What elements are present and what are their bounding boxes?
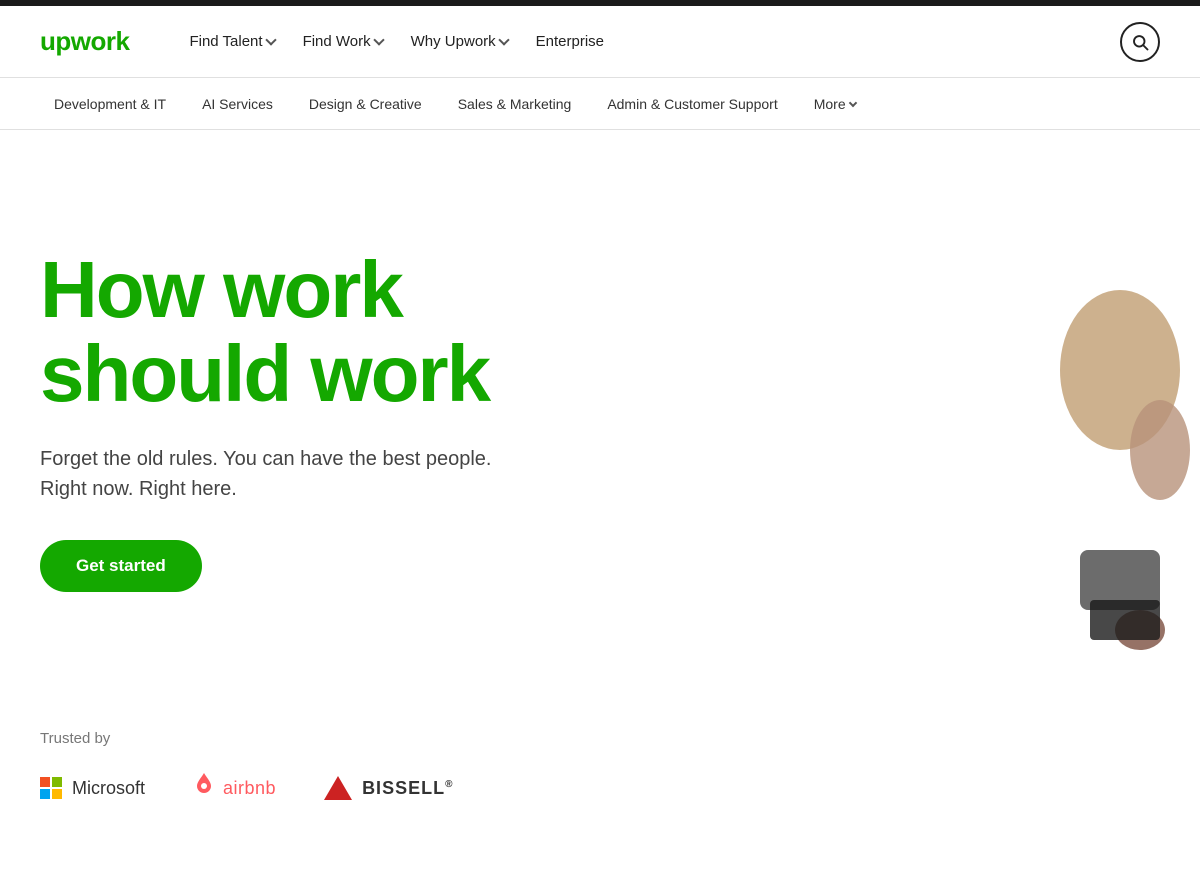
hero-title: How workshould work [40, 248, 720, 416]
sec-nav-dev-it[interactable]: Development & IT [40, 90, 180, 118]
upwork-logo[interactable]: upwork [40, 26, 129, 57]
trusted-section: Trusted by Microsoft airbnb [0, 690, 1200, 865]
secondary-navigation: Development & IT AI Services Design & Cr… [0, 78, 1200, 130]
sec-nav-ai-services[interactable]: AI Services [188, 90, 287, 118]
ms-square-red [40, 777, 50, 787]
bissell-name: BISSELL® [362, 778, 453, 799]
ms-square-green [52, 777, 62, 787]
sec-nav-design-creative[interactable]: Design & Creative [295, 90, 436, 118]
main-navigation: upwork Find Talent Find Work Why Upwork … [0, 6, 1200, 78]
hero-subtitle: Forget the old rules. You can have the b… [40, 444, 720, 504]
logo-text: upwork [40, 26, 129, 57]
nav-why-upwork-label: Why Upwork [411, 33, 496, 50]
sec-nav-more[interactable]: More [800, 90, 870, 118]
ms-square-yellow [52, 789, 62, 799]
nav-enterprise-label: Enterprise [536, 33, 604, 50]
airbnb-icon [193, 771, 215, 805]
nav-find-talent[interactable]: Find Talent [177, 25, 286, 58]
search-button[interactable] [1120, 22, 1160, 62]
trusted-label: Trusted by [40, 730, 1160, 747]
bissell-logo: BISSELL® [324, 776, 453, 800]
airbnb-logo: airbnb [193, 771, 276, 805]
microsoft-logo: Microsoft [40, 777, 145, 799]
get-started-button[interactable]: Get started [40, 540, 202, 592]
chevron-down-icon [265, 34, 276, 45]
hero-illustration [780, 170, 1200, 670]
bissell-triangle [324, 776, 352, 800]
chevron-down-icon [498, 34, 509, 45]
bissell-icon [324, 776, 352, 800]
nav-find-work-label: Find Work [303, 33, 371, 50]
hero-content: How workshould work Forget the old rules… [40, 248, 720, 592]
ms-square-blue [40, 789, 50, 799]
microsoft-name: Microsoft [72, 778, 145, 799]
nav-find-work[interactable]: Find Work [291, 25, 395, 58]
nav-links: Find Talent Find Work Why Upwork Enterpr… [177, 25, 1120, 58]
nav-right [1120, 22, 1160, 62]
chevron-down-icon [373, 34, 384, 45]
microsoft-icon [40, 777, 62, 799]
trusted-logos: Microsoft airbnb BISSELL® [40, 771, 1160, 805]
nav-enterprise[interactable]: Enterprise [524, 25, 616, 58]
sec-nav-admin-support[interactable]: Admin & Customer Support [593, 90, 791, 118]
sec-nav-sales-marketing[interactable]: Sales & Marketing [444, 90, 586, 118]
chevron-down-icon [848, 98, 856, 106]
search-icon [1131, 33, 1149, 51]
nav-why-upwork[interactable]: Why Upwork [399, 25, 520, 58]
nav-find-talent-label: Find Talent [189, 33, 262, 50]
registered-mark: ® [445, 779, 453, 790]
airbnb-name: airbnb [223, 778, 276, 799]
hero-section: How workshould work Forget the old rules… [0, 130, 1200, 690]
